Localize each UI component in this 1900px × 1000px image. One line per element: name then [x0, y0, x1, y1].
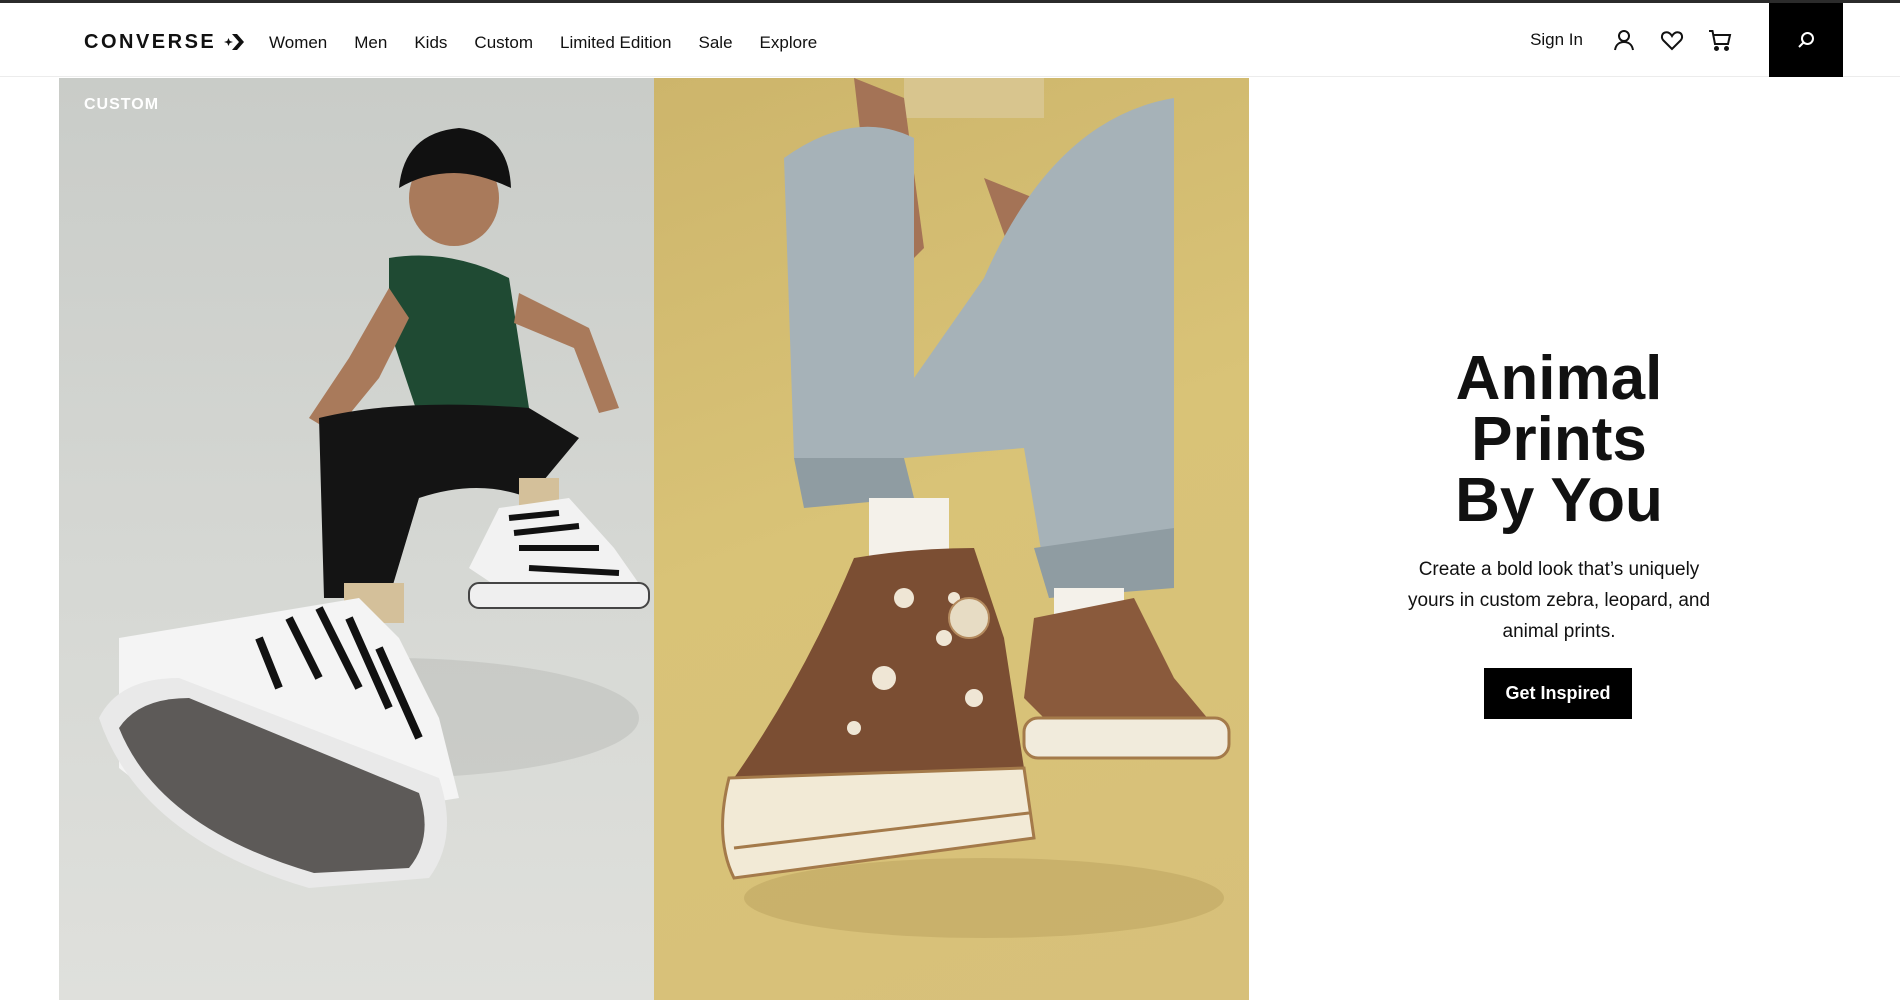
- nav-limited-edition[interactable]: Limited Edition: [560, 31, 672, 55]
- search-icon: [1798, 32, 1814, 48]
- promo-title-line: Prints: [1471, 405, 1647, 474]
- nav-women[interactable]: Women: [269, 31, 327, 55]
- nav-explore[interactable]: Explore: [760, 31, 818, 55]
- polka-dot-sneaker-illustration: [721, 78, 1231, 938]
- model-in-brown-polka-dot-sneakers: [654, 78, 1249, 1000]
- search-button[interactable]: [1769, 3, 1843, 77]
- account-icon[interactable]: [1611, 27, 1637, 53]
- cart-icon[interactable]: [1707, 27, 1733, 53]
- promo-description: Create a bold look that’s uniquely yours…: [1407, 559, 1711, 642]
- promo-title-line: Animal: [1455, 344, 1663, 413]
- heart-icon[interactable]: [1659, 27, 1685, 53]
- nav-men[interactable]: Men: [354, 31, 387, 55]
- zebra-sneaker-illustration: [99, 128, 650, 888]
- main-menu: Women Men Kids Custom Limited Edition Sa…: [269, 31, 844, 55]
- site-header: CONVERSE Women Men Kids Custom Limited E…: [0, 3, 1900, 77]
- hero-eyebrow: CUSTOM: [84, 96, 160, 113]
- header-utilities: Sign In: [1530, 3, 1900, 77]
- converse-star-chevron-icon: [224, 34, 245, 50]
- model-in-zebra-print-sneakers: [59, 78, 654, 1000]
- promo-panel: Animal Prints By You Create a bold look …: [1249, 78, 1869, 1000]
- nav-sale[interactable]: Sale: [699, 31, 733, 55]
- nav-custom[interactable]: Custom: [474, 31, 533, 55]
- promo-title: Animal Prints By You: [1249, 344, 1869, 535]
- get-inspired-button[interactable]: Get Inspired: [1484, 668, 1632, 719]
- promo-title-line: By You: [1455, 466, 1663, 535]
- sign-in-link[interactable]: Sign In: [1530, 30, 1583, 50]
- converse-logo[interactable]: CONVERSE: [84, 30, 245, 53]
- logo-wordmark: CONVERSE: [84, 30, 217, 53]
- nav-kids[interactable]: Kids: [414, 31, 447, 55]
